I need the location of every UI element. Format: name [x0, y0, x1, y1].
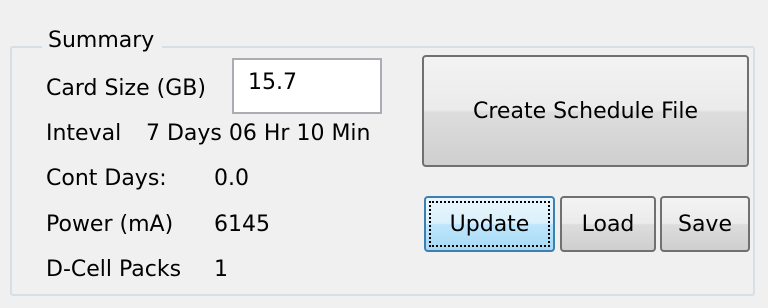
card-size-label: Card Size (GB): [46, 76, 206, 101]
power-value: 6145: [214, 212, 270, 237]
cont-days-value: 0.0: [214, 166, 249, 191]
cont-days-label: Cont Days:: [46, 166, 167, 191]
dcell-packs-label: D-Cell Packs: [46, 257, 182, 282]
interval-label: Inteval: [46, 121, 122, 146]
focus-rectangle: [429, 201, 550, 247]
load-label: Load: [581, 211, 635, 237]
create-schedule-file-label: Create Schedule File: [473, 98, 698, 124]
card-size-input[interactable]: 15.7: [232, 58, 382, 114]
dcell-packs-value: 1: [214, 257, 228, 282]
interval-value: 7 Days 06 Hr 10 Min: [146, 121, 371, 146]
update-button[interactable]: Update: [424, 196, 555, 252]
create-schedule-file-button[interactable]: Create Schedule File: [422, 55, 749, 167]
save-button[interactable]: Save: [660, 196, 750, 252]
power-label: Power (mA): [46, 212, 174, 237]
save-label: Save: [677, 211, 732, 237]
summary-group-title: Summary: [42, 24, 163, 58]
load-button[interactable]: Load: [560, 196, 656, 252]
